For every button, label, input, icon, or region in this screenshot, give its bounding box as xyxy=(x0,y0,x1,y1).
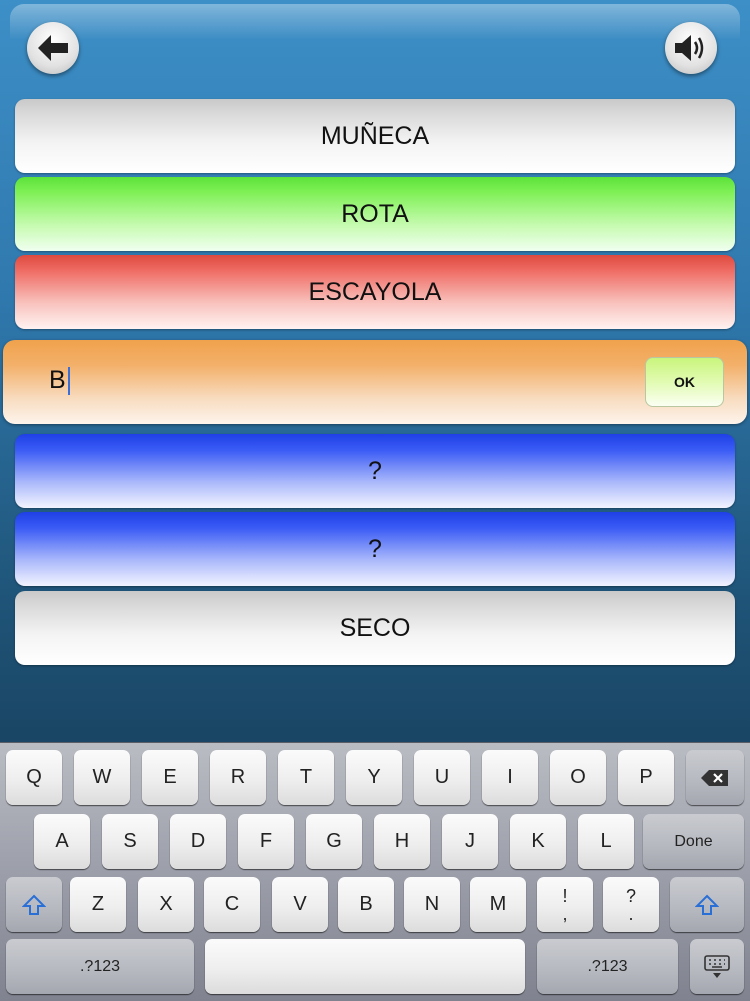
word-row-last[interactable]: SECO xyxy=(15,591,735,665)
key-question-period[interactable]: ? . xyxy=(603,877,659,932)
answer-input[interactable]: B xyxy=(49,366,70,395)
answer-value: B xyxy=(49,366,66,394)
top-bar xyxy=(10,4,740,94)
key-e[interactable]: E xyxy=(142,750,198,805)
key-n[interactable]: N xyxy=(404,877,460,932)
key-g[interactable]: G xyxy=(306,814,362,869)
key-i[interactable]: I xyxy=(482,750,538,805)
word-row-1[interactable]: MUÑECA xyxy=(15,99,735,173)
key-bottom-char: , xyxy=(562,903,568,924)
key-f[interactable]: F xyxy=(238,814,294,869)
backspace-icon xyxy=(701,769,728,786)
space-key[interactable] xyxy=(205,939,525,994)
key-a[interactable]: A xyxy=(34,814,90,869)
key-w[interactable]: W xyxy=(74,750,130,805)
key-v[interactable]: V xyxy=(272,877,328,932)
key-q[interactable]: Q xyxy=(6,750,62,805)
hide-keyboard-icon xyxy=(704,954,730,978)
shift-key-right[interactable] xyxy=(670,877,744,932)
key-r[interactable]: R xyxy=(210,750,266,805)
key-j[interactable]: J xyxy=(442,814,498,869)
word-row-2[interactable]: ROTA xyxy=(15,177,735,251)
key-l[interactable]: L xyxy=(578,814,634,869)
key-h[interactable]: H xyxy=(374,814,430,869)
numbers-key-right[interactable]: .?123 xyxy=(537,939,678,994)
key-c[interactable]: C xyxy=(204,877,260,932)
key-y[interactable]: Y xyxy=(346,750,402,805)
key-m[interactable]: M xyxy=(470,877,526,932)
answer-row: B OK xyxy=(3,340,747,424)
key-d[interactable]: D xyxy=(170,814,226,869)
word-label: MUÑECA xyxy=(320,121,430,150)
back-button[interactable] xyxy=(27,22,79,74)
hidden-word-row-2[interactable]: ? xyxy=(15,512,735,586)
word-label: ? xyxy=(368,456,382,485)
shift-icon xyxy=(695,894,719,915)
hide-keyboard-key[interactable] xyxy=(690,939,744,994)
key-bottom-char: . xyxy=(628,903,634,924)
key-x[interactable]: X xyxy=(138,877,194,932)
word-row-3[interactable]: ESCAYOLA xyxy=(15,255,735,329)
text-caret xyxy=(67,366,70,395)
key-s[interactable]: S xyxy=(102,814,158,869)
backspace-key[interactable] xyxy=(686,750,744,805)
ok-button[interactable]: OK xyxy=(645,357,724,407)
key-u[interactable]: U xyxy=(414,750,470,805)
key-k[interactable]: K xyxy=(510,814,566,869)
word-label: ESCAYOLA xyxy=(308,277,442,306)
speaker-icon xyxy=(675,35,704,61)
shift-key-left[interactable] xyxy=(6,877,62,932)
key-o[interactable]: O xyxy=(550,750,606,805)
key-b[interactable]: B xyxy=(338,877,394,932)
shift-icon xyxy=(22,894,46,915)
key-p[interactable]: P xyxy=(618,750,674,805)
key-top-char: ? xyxy=(625,885,636,906)
key-top-char: ! xyxy=(562,885,568,906)
key-exclamation-comma[interactable]: ! , xyxy=(537,877,593,932)
word-label: SECO xyxy=(339,613,411,642)
back-arrow-icon xyxy=(38,35,68,61)
on-screen-keyboard: Q W E R T Y U I O P A S D F G H J K L Do… xyxy=(0,742,750,1001)
key-z[interactable]: Z xyxy=(70,877,126,932)
hidden-word-row-1[interactable]: ? xyxy=(15,434,735,508)
word-label: ROTA xyxy=(341,199,409,228)
numbers-key-left[interactable]: .?123 xyxy=(6,939,194,994)
word-label: ? xyxy=(368,534,382,563)
key-t[interactable]: T xyxy=(278,750,334,805)
sound-button[interactable] xyxy=(665,22,717,74)
done-key[interactable]: Done xyxy=(643,814,744,869)
